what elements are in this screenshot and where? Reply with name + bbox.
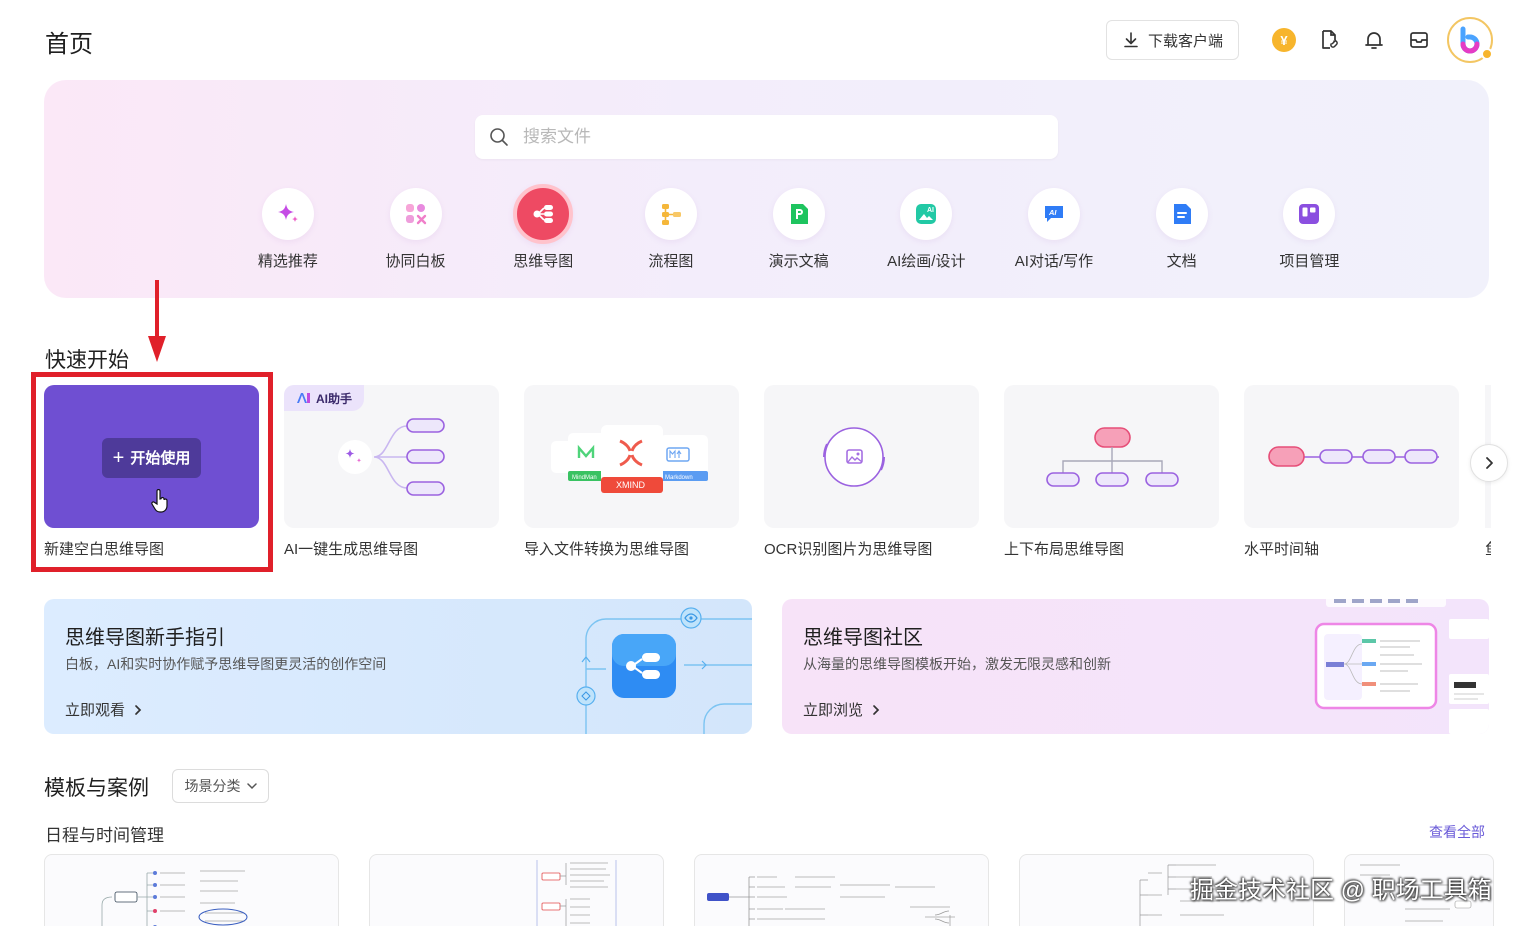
category-ai-chat[interactable]: AI AI对话/写作 [990, 188, 1118, 271]
xmind-logo: XMIND [616, 480, 646, 490]
quick-label-import: 导入文件转换为思维导图 [524, 541, 690, 558]
download-client-button[interactable]: 下载客户端 [1106, 20, 1239, 60]
ai-generate-mindmap-card[interactable]: AI助手 [284, 385, 499, 528]
see-all-link[interactable]: 查看全部 [1429, 822, 1485, 842]
template-card-3[interactable] [694, 854, 989, 926]
community-banner-desc: 从海量的思维导图模板开始，激发无限灵感和创新 [803, 656, 1111, 672]
svg-text:AI: AI [927, 207, 934, 214]
top-down-preview [1046, 427, 1179, 487]
document-icon [1173, 204, 1191, 224]
ai-image-icon: AI [916, 204, 937, 224]
search-icon [490, 128, 508, 146]
search-box[interactable] [475, 115, 1058, 159]
ai-assistant-badge: AI助手 [284, 385, 365, 411]
schedule-subsection-title: 日程与时间管理 [45, 826, 164, 845]
brand-logo-icon [1460, 26, 1480, 54]
ai-chat-icon: AI [1044, 206, 1063, 222]
download-icon [1124, 32, 1138, 48]
ocr-image-card[interactable] [764, 385, 979, 528]
markdown-logo: Markdown [665, 475, 693, 481]
category-flowchart[interactable]: 流程图 [607, 188, 735, 271]
template-card-1[interactable] [44, 854, 339, 926]
guide-banner-title: 思维导图新手指引 [65, 627, 225, 649]
template-thumbnail [707, 876, 955, 926]
guide-illustration [576, 607, 752, 734]
vip-badge [1481, 48, 1493, 60]
partial-card-label: 鱼 [1485, 538, 1491, 559]
chevron-right-icon [1486, 457, 1493, 469]
quick-label-timeline: 水平时间轴 [1244, 541, 1320, 558]
top-down-layout-card[interactable] [1004, 385, 1219, 528]
flowchart-icon [661, 204, 681, 225]
community-banner[interactable]: 思维导图社区 从海量的思维导图模板开始，激发无限灵感和创新 立即浏览 [782, 599, 1489, 734]
annotation-highlight-box [31, 372, 273, 572]
search-input[interactable] [523, 127, 1023, 147]
svg-text:AI: AI [1048, 208, 1057, 217]
quick-start-title: 快速开始 [45, 349, 129, 372]
browse-now-link[interactable]: 立即浏览 [803, 699, 881, 720]
category-nav: 精选推荐 协同白板 思维导图 流程图 演示文稿 AI AI绘画/设计 AI AI… [224, 184, 1374, 271]
ai-logo-icon [297, 393, 310, 403]
project-icon [1299, 204, 1320, 224]
template-thumbnail [536, 860, 617, 926]
category-presentation[interactable]: 演示文稿 [735, 188, 863, 271]
mindman-logo: MindMan [572, 475, 597, 481]
annotation-arrow-icon [148, 280, 166, 362]
quick-label-ai: AI一键生成思维导图 [284, 541, 419, 558]
template-card-2[interactable] [369, 854, 664, 926]
inbox-icon[interactable] [1406, 27, 1432, 53]
page-title: 首页 [45, 31, 93, 58]
watch-now-link[interactable]: 立即观看 [65, 699, 143, 720]
ocr-preview [823, 427, 885, 487]
quick-label-topdown: 上下布局思维导图 [1004, 541, 1125, 558]
coin-icon[interactable]: ¥ [1271, 27, 1297, 53]
guide-banner-desc: 白板，AI和实时协作赋予思维导图更灵活的创作空间 [65, 656, 387, 672]
category-document[interactable]: 文档 [1118, 188, 1246, 271]
user-avatar[interactable] [1447, 17, 1493, 63]
category-whiteboard[interactable]: 协同白板 [352, 188, 480, 271]
download-client-label: 下载客户端 [1147, 32, 1223, 50]
category-mindmap[interactable]: 思维导图 [479, 184, 607, 271]
import-formats-preview: MindMan Markdown XMIND [551, 425, 708, 493]
category-featured[interactable]: 精选推荐 [224, 188, 352, 271]
category-project[interactable]: 项目管理 [1246, 188, 1374, 271]
whiteboard-icon [405, 204, 426, 225]
category-ai-design[interactable]: AI AI绘画/设计 [862, 188, 990, 271]
bell-icon[interactable] [1361, 27, 1387, 53]
presentation-icon [790, 204, 808, 224]
horizontal-timeline-card[interactable] [1244, 385, 1459, 528]
templates-title: 模板与案例 [44, 777, 149, 800]
chevron-right-icon [873, 704, 880, 715]
community-illustration [1314, 599, 1489, 734]
quick-label-ocr: OCR识别图片为思维导图 [764, 541, 933, 558]
template-thumbnail [101, 870, 248, 926]
scene-category-dropdown[interactable]: 场景分类 [172, 769, 269, 803]
chevron-right-icon [135, 704, 142, 715]
file-link-icon[interactable] [1316, 27, 1342, 53]
carousel-next-button[interactable] [1470, 444, 1508, 482]
watermark-text: 掘金技术社区 @ 职场工具箱 [1190, 877, 1492, 904]
timeline-preview [1268, 446, 1439, 467]
mindmap-icon [533, 205, 554, 223]
import-file-card[interactable]: MindMan Markdown XMIND [524, 385, 739, 528]
sparkle-icon [277, 204, 298, 222]
guide-banner[interactable]: 思维导图新手指引 白板，AI和实时协作赋予思维导图更灵活的创作空间 立即观看 [44, 599, 752, 734]
hero-panel: 精选推荐 协同白板 思维导图 流程图 演示文稿 AI AI绘画/设计 AI AI… [44, 80, 1489, 298]
community-banner-title: 思维导图社区 [803, 627, 923, 649]
chevron-down-icon [246, 783, 257, 790]
